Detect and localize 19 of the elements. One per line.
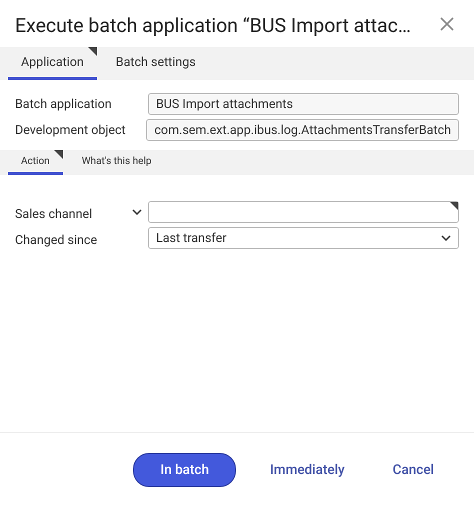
field-label: Batch application <box>15 96 113 112</box>
tab[interactable]: Batch settings <box>102 47 209 80</box>
primary-button[interactable]: In batch <box>133 453 236 487</box>
tab[interactable]: Action <box>8 150 63 175</box>
chevron-down-icon <box>441 235 451 241</box>
chevron-down-icon[interactable] <box>132 209 142 215</box>
tab[interactable]: Application <box>8 47 97 80</box>
input-field[interactable] <box>148 201 459 223</box>
text-button[interactable]: Cancel <box>378 454 448 486</box>
close-icon[interactable] <box>440 16 454 30</box>
input-field[interactable]: BUS Import attachments <box>148 93 459 115</box>
field-label: Changed since <box>15 232 98 248</box>
tab[interactable]: What's this help <box>68 150 164 175</box>
dropdown[interactable]: Last transfer <box>148 227 459 249</box>
field-label: Sales channel <box>15 206 92 222</box>
text-button[interactable]: Immediately <box>256 454 359 486</box>
window-title: Execute batch application “BUS Import attac… <box>15 14 411 37</box>
field-label: Development object <box>15 122 127 138</box>
input-field[interactable]: com.sem.ext.app.ibus.log.AttachmentsTransferBatch <box>146 119 459 141</box>
